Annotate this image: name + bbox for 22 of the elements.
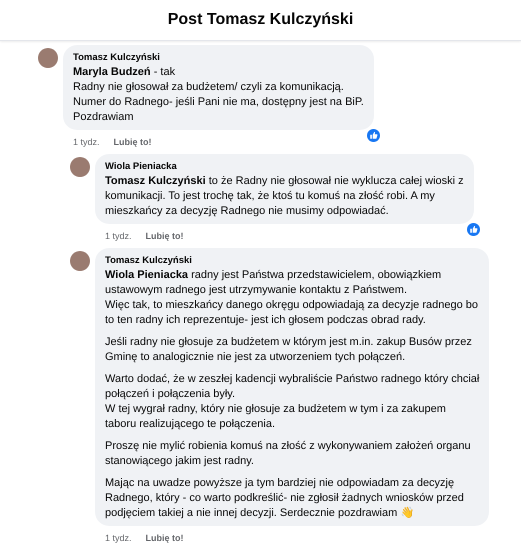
comment-text: Wiola Pieniacka radny jest Państwa przedstawicielem, obowiązkiem ustawowym radnego jest utrzymywanie kontaktu z Państwem. Więc tak, to mieszkańcy danego okręgu odpowiadają za decyzje radnego bo to ten radny ich reprezentuje- jest ich głosem podczas obrad rady. — [105, 268, 480, 328]
thumbs-up-icon[interactable] — [366, 128, 380, 142]
like-link[interactable]: Lubię to! — [146, 533, 184, 543]
comment-text: Jeśli radny nie głosuje za budżetem w którym jest m.in. zakup Busów przez Gminę to analogicznie nie jest za utworzeniem tych połączeń. — [105, 335, 473, 365]
comment-text: Warto dodać, że w zeszłej kadencji wybraliście Państwo radnego który chciał połączeń i połączenia były. W tej wygrał radny, który nie głosuje za budżetem w tym i za zakupem taboru realizującego te połączenia. — [105, 372, 480, 432]
author-name[interactable]: Tomasz Kulczyński — [73, 51, 364, 64]
author-name[interactable]: Wiola Pieniacka — [105, 160, 464, 173]
thumbs-up-icon[interactable] — [466, 222, 480, 236]
like-link[interactable]: Lubię to! — [146, 231, 184, 241]
comment-text: Tomasz Kulczyński to że Radny nie głosował nie wyklucza całej wioski z komunikacji. To jest trochę tak, że ktoś tu komuś na złość robi. A my mieszkańcy za decyzję Radnego nie musimy odpowiadać. — [105, 174, 464, 219]
avatar[interactable] — [70, 157, 90, 177]
avatar[interactable] — [38, 48, 58, 68]
comment-text: Proszę nie mylić robienia komuś na złość z wykonywaniem założeń organu stanowiącego jakim jest radny. — [105, 439, 472, 469]
timestamp[interactable]: 1 tydz. — [105, 533, 132, 543]
author-name[interactable]: Tomasz Kulczyński — [105, 254, 480, 267]
avatar[interactable] — [70, 251, 90, 271]
timestamp[interactable]: 1 tydz. — [73, 137, 100, 147]
comment-text: Mając na uwadze powyższe ja tym bardziej nie odpowiadam za decyzję Radnego, który - co warto podkreślić- nie zgłosił żadnych wniosków przed podjęciem takiej a nie innej decyzji. Serdecznie pozdrawiam 👋 — [105, 476, 465, 521]
post-title: Post Tomasz Kulczyński — [168, 11, 354, 29]
timestamp[interactable]: 1 tydz. — [105, 231, 132, 241]
comment-text: Maryla Budzeń - tak Radny nie głosował za budżetem/ czyli za komunikacją. Numer do Radnego- jeśli Pani nie ma, dostępny jest na BiP. Pozdrawiam — [73, 65, 364, 125]
like-link[interactable]: Lubię to! — [114, 137, 152, 147]
